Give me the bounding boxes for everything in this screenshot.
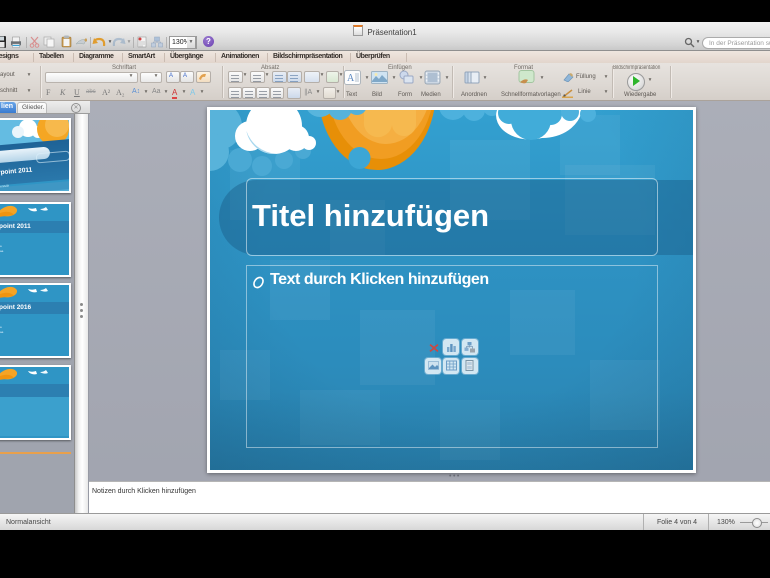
svg-text:A: A	[347, 73, 355, 84]
